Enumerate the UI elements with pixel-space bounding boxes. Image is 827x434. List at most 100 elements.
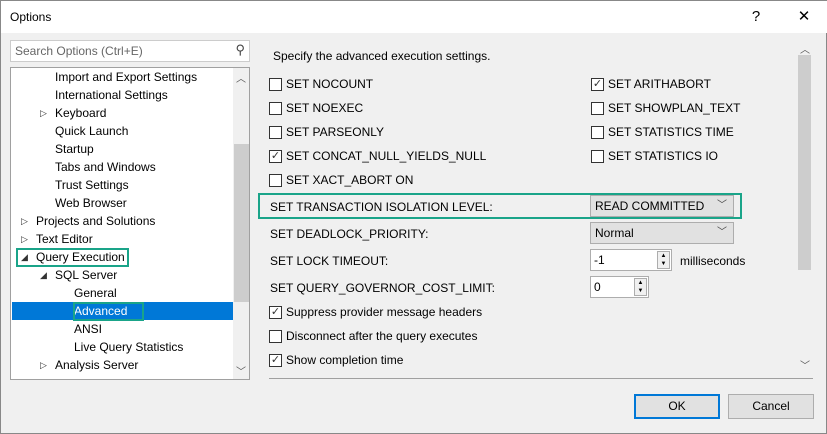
tree-item[interactable]: ▷ Text Editor bbox=[12, 230, 233, 248]
checkbox[interactable]: SET STATISTICS IO bbox=[591, 149, 718, 163]
tree-item[interactable]: General bbox=[12, 284, 233, 302]
options-tree: Import and Export Settings International … bbox=[10, 67, 250, 380]
checkbox-unchecked-icon[interactable] bbox=[591, 101, 604, 115]
tree-item[interactable]: ANSI bbox=[12, 320, 233, 338]
checkbox-label: SET STATISTICS IO bbox=[608, 149, 719, 163]
title-bar: Options ? ✕ bbox=[1, 1, 827, 33]
tree-item-label: SQL Server bbox=[55, 268, 118, 282]
tree-item-label: General bbox=[74, 286, 117, 300]
checkbox[interactable]: ✓ Suppress provider message headers bbox=[269, 305, 482, 319]
checkbox-unchecked-icon[interactable] bbox=[591, 125, 604, 139]
deadlock-label: SET DEADLOCK_PRIORITY: bbox=[270, 227, 429, 241]
tree-item-label: Live Query Statistics bbox=[74, 340, 184, 354]
tree-item-label: ANSI bbox=[74, 322, 103, 336]
tree-scrollbar[interactable]: ︿ ﹀ bbox=[233, 68, 249, 379]
checkbox-label: SET STATISTICS TIME bbox=[608, 125, 734, 139]
checkbox-checked-icon[interactable]: ✓ bbox=[269, 305, 282, 319]
checkbox-unchecked-icon[interactable] bbox=[591, 149, 604, 163]
tree-item-label: Tabs and Windows bbox=[55, 160, 156, 174]
checkbox[interactable]: SET STATISTICS TIME bbox=[591, 125, 734, 139]
checkbox[interactable]: SET PARSEONLY bbox=[269, 125, 384, 139]
checkbox-label: SET PARSEONLY bbox=[286, 125, 385, 139]
checkbox[interactable]: SET NOCOUNT bbox=[269, 77, 373, 91]
chevron-down-icon: ﹀ bbox=[717, 200, 727, 211]
checkbox-label: SET SHOWPLAN_TEXT bbox=[608, 101, 741, 115]
tree-highlight bbox=[16, 248, 129, 267]
settings-panel: Specify the advanced execution settings.… bbox=[258, 39, 813, 379]
panel-heading: Specify the advanced execution settings. bbox=[273, 49, 491, 63]
checkbox-label: Suppress provider message headers bbox=[286, 305, 483, 319]
tree-item[interactable]: ▷ Analysis Server bbox=[12, 356, 233, 374]
checkbox-unchecked-icon[interactable] bbox=[269, 77, 282, 91]
help-button[interactable]: ? bbox=[741, 5, 771, 29]
tree-item[interactable]: Trust Settings bbox=[12, 176, 233, 194]
checkbox-label: SET ARITHABORT bbox=[608, 77, 711, 91]
checkbox-checked-icon[interactable]: ✓ bbox=[269, 353, 282, 367]
governor-spinner[interactable]: ▲ ▼ bbox=[634, 278, 647, 296]
scroll-down-icon[interactable]: ﹀ bbox=[233, 363, 249, 378]
collapsed-arrow-icon[interactable]: ▷ bbox=[40, 104, 47, 122]
tree-item-label: International Settings bbox=[55, 88, 168, 102]
chevron-down-icon: ﹀ bbox=[717, 227, 727, 238]
tree-item[interactable]: ▷ Keyboard bbox=[12, 104, 233, 122]
tree-item[interactable]: Startup bbox=[12, 140, 233, 158]
tree-item-label: Trust Settings bbox=[55, 178, 129, 192]
lock-timeout-label: SET LOCK TIMEOUT: bbox=[270, 254, 389, 268]
checkbox[interactable]: SET XACT_ABORT ON bbox=[269, 173, 413, 187]
tree-item[interactable]: ◢ SQL Server bbox=[12, 266, 233, 284]
scroll-up-icon[interactable]: ︿ bbox=[233, 70, 249, 85]
tree-scroll-thumb[interactable] bbox=[234, 144, 249, 302]
lock-timeout-spinner[interactable]: ▲ ▼ bbox=[657, 251, 670, 269]
isolation-value: READ COMMITTED bbox=[595, 199, 705, 213]
checkbox-unchecked-icon[interactable] bbox=[269, 101, 282, 115]
ok-button[interactable]: OK bbox=[634, 394, 720, 419]
scroll-down-icon[interactable]: ﹀ bbox=[797, 357, 813, 372]
tree-item-label: Import and Export Settings bbox=[55, 70, 198, 84]
expanded-arrow-icon[interactable]: ◢ bbox=[40, 266, 47, 284]
collapsed-arrow-icon[interactable]: ▷ bbox=[21, 212, 28, 230]
tree-item[interactable]: Quick Launch bbox=[12, 122, 233, 140]
panel-scroll-thumb[interactable] bbox=[798, 55, 811, 270]
tree-item-label: Keyboard bbox=[55, 106, 107, 120]
checkbox[interactable]: ✓ SET ARITHABORT bbox=[591, 77, 711, 91]
tree-item-label: Text Editor bbox=[36, 232, 93, 246]
governor-label: SET QUERY_GOVERNOR_COST_LIMIT: bbox=[270, 281, 495, 295]
deadlock-value: Normal bbox=[595, 226, 634, 240]
tree-item[interactable]: Live Query Statistics bbox=[12, 338, 233, 356]
checkbox-unchecked-icon[interactable] bbox=[269, 329, 282, 343]
checkbox-unchecked-icon[interactable] bbox=[269, 125, 282, 139]
tree-item-label: Quick Launch bbox=[55, 124, 129, 138]
tree-item[interactable]: Import and Export Settings bbox=[12, 68, 233, 86]
checkbox-checked-icon[interactable]: ✓ bbox=[591, 77, 604, 91]
window-title: Options bbox=[10, 10, 52, 24]
panel-scrollbar[interactable]: ︿ ﹀ bbox=[797, 39, 812, 373]
tree-item[interactable]: Web Browser bbox=[12, 194, 233, 212]
checkbox-unchecked-icon[interactable] bbox=[269, 173, 282, 187]
scroll-up-icon[interactable]: ︿ bbox=[797, 41, 813, 56]
deadlock-priority-dropdown[interactable]: Normal ﹀ bbox=[590, 222, 734, 244]
isolation-level-dropdown[interactable]: READ COMMITTED ﹀ bbox=[590, 195, 734, 217]
checkbox[interactable]: ✓ SET CONCAT_NULL_YIELDS_NULL bbox=[269, 149, 486, 163]
checkbox-checked-icon[interactable]: ✓ bbox=[269, 149, 282, 163]
checkbox-label: SET NOCOUNT bbox=[286, 77, 374, 91]
checkbox[interactable]: SET SHOWPLAN_TEXT bbox=[591, 101, 740, 115]
tree-item[interactable]: Tabs and Windows bbox=[12, 158, 233, 176]
collapsed-arrow-icon[interactable]: ▷ bbox=[40, 356, 47, 374]
lock-timeout-input[interactable]: -1 ▲ ▼ bbox=[590, 249, 672, 271]
tree-item[interactable]: International Settings bbox=[12, 86, 233, 104]
tree-item-label: Projects and Solutions bbox=[36, 214, 156, 228]
search-placeholder: Search Options (Ctrl+E) bbox=[15, 44, 143, 58]
divider bbox=[269, 378, 813, 379]
tree-item[interactable]: ▷ Projects and Solutions bbox=[12, 212, 233, 230]
close-button[interactable]: ✕ bbox=[789, 5, 819, 29]
checkbox[interactable]: ✓ Show completion time bbox=[269, 353, 403, 367]
collapsed-arrow-icon[interactable]: ▷ bbox=[21, 230, 28, 248]
cancel-button[interactable]: Cancel bbox=[728, 394, 814, 419]
checkbox[interactable]: SET NOEXEC bbox=[269, 101, 363, 115]
governor-cost-input[interactable]: 0 ▲ ▼ bbox=[590, 276, 649, 298]
governor-value: 0 bbox=[594, 280, 601, 294]
checkbox-label: SET NOEXEC bbox=[286, 101, 364, 115]
search-input[interactable]: Search Options (Ctrl+E) ⚲ bbox=[10, 40, 250, 62]
isolation-label: SET TRANSACTION ISOLATION LEVEL: bbox=[270, 200, 493, 214]
checkbox[interactable]: Disconnect after the query executes bbox=[269, 329, 477, 343]
